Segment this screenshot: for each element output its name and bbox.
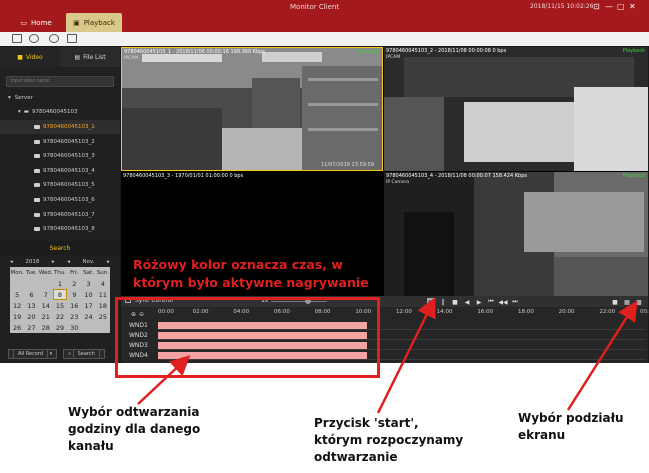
annotation-layout-note: Wybór podziału ekranu (518, 411, 624, 442)
annotation-channel-note: Wybór odtwarzania godziny dla danego kan… (68, 405, 201, 453)
annotation-arrows (137, 297, 638, 414)
annotation-start-note: Przycisk 'start', którym rozpoczynamy od… (314, 416, 464, 464)
